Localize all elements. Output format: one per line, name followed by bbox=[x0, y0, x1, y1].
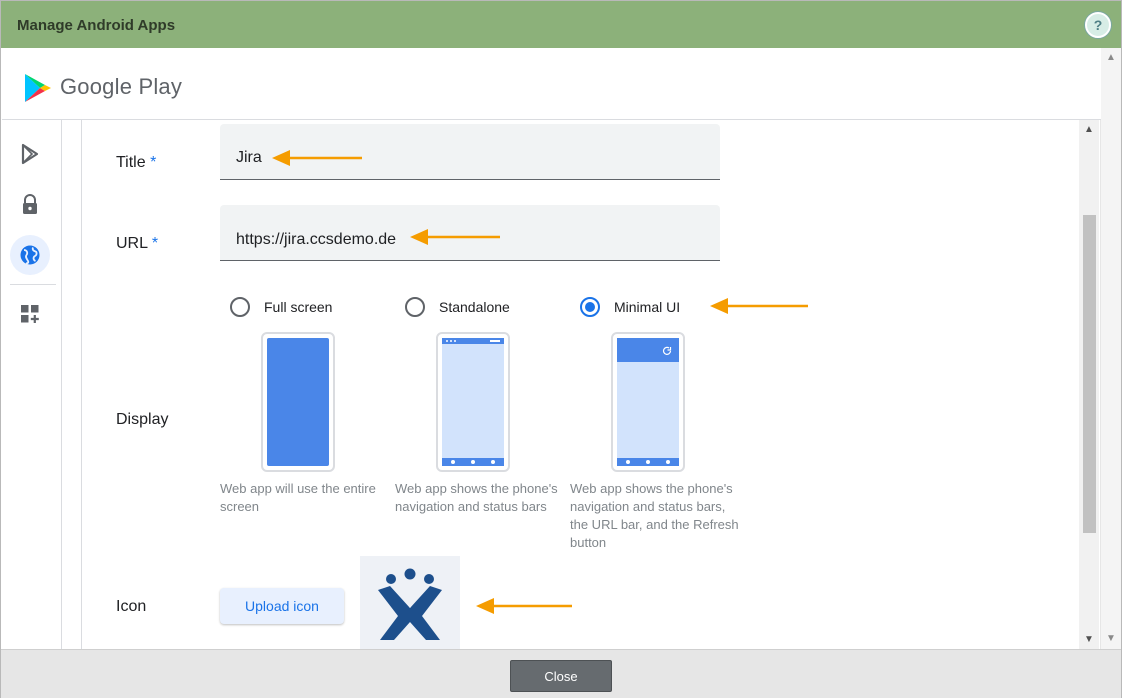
dialog-scrollbar[interactable]: ▲ ▼ bbox=[1100, 48, 1121, 649]
full-screen-phone-illustration bbox=[261, 332, 335, 472]
help-button[interactable]: ? bbox=[1085, 12, 1111, 38]
caption-full-screen: Web app will use the entire screen bbox=[220, 481, 376, 514]
url-label: URL * bbox=[116, 235, 159, 252]
scrollbar-thumb[interactable] bbox=[1083, 215, 1096, 533]
dialog-title: Manage Android Apps bbox=[17, 17, 176, 34]
app-icon-preview bbox=[360, 556, 460, 649]
title-input-value: Jira bbox=[236, 149, 262, 166]
scroll-down-icon[interactable]: ▼ bbox=[1084, 634, 1094, 645]
minimal-ui-screen-graphic bbox=[617, 338, 679, 466]
side-navigation bbox=[2, 120, 62, 649]
sidebar-item-organize-apps[interactable] bbox=[10, 294, 50, 334]
add-widget-icon bbox=[21, 305, 39, 323]
scroll-down-icon[interactable]: ▼ bbox=[1106, 633, 1116, 644]
play-store-icon bbox=[21, 143, 39, 165]
scroll-up-icon[interactable]: ▲ bbox=[1106, 52, 1116, 63]
upload-icon-button[interactable]: Upload icon bbox=[220, 588, 344, 624]
sidebar-item-web-apps[interactable] bbox=[10, 235, 50, 275]
sidebar-divider bbox=[10, 284, 56, 285]
annotation-arrow-icon bbox=[410, 229, 500, 245]
radio-label-minimal-ui: Minimal UI bbox=[614, 299, 681, 315]
google-play-header: Google Play bbox=[2, 48, 1101, 120]
dialog-footer: Close bbox=[1, 649, 1121, 698]
minimal-ui-phone-illustration bbox=[611, 332, 685, 472]
annotation-arrow-icon bbox=[272, 150, 362, 166]
scroll-up-icon[interactable]: ▲ bbox=[1084, 124, 1094, 135]
globe-icon bbox=[20, 245, 40, 265]
web-app-form: Title * Jira URL * https://jira.ccsdemo.… bbox=[81, 120, 1079, 649]
sidebar-item-managed-play[interactable] bbox=[10, 134, 50, 174]
radio-minimal-ui[interactable] bbox=[580, 297, 600, 317]
caption-minimal-ui: Web app shows the phone's navigation and… bbox=[570, 481, 739, 550]
radio-label-full-screen: Full screen bbox=[264, 299, 333, 315]
annotation-arrow-icon bbox=[710, 298, 808, 314]
title-label: Title * bbox=[116, 154, 157, 171]
lock-icon bbox=[23, 194, 37, 214]
caption-standalone: Web app shows the phone's navigation and… bbox=[395, 481, 558, 514]
manage-apps-dialog: Manage Android Apps ? ▲ ▼ Google Play Ti… bbox=[0, 0, 1122, 698]
google-play-logo-icon bbox=[25, 74, 51, 102]
sidebar-item-private-apps[interactable] bbox=[10, 184, 50, 224]
help-icon: ? bbox=[1093, 17, 1103, 33]
radio-standalone[interactable] bbox=[405, 297, 425, 317]
standalone-screen-graphic bbox=[442, 338, 504, 466]
standalone-phone-illustration bbox=[436, 332, 510, 472]
jira-logo-icon bbox=[378, 568, 442, 640]
url-input-value: https://jira.ccsdemo.de bbox=[236, 231, 397, 248]
radio-label-standalone: Standalone bbox=[439, 299, 510, 315]
icon-label: Icon bbox=[116, 598, 147, 615]
annotation-arrow-icon bbox=[476, 598, 572, 614]
radio-full-screen[interactable] bbox=[230, 297, 250, 317]
display-label: Display bbox=[116, 411, 169, 428]
google-play-brand: Google Play bbox=[60, 74, 183, 99]
form-scrollbar[interactable]: ▲ ▼ bbox=[1079, 120, 1099, 649]
close-button[interactable]: Close bbox=[510, 660, 612, 692]
dialog-titlebar: Manage Android Apps ? bbox=[1, 1, 1121, 48]
